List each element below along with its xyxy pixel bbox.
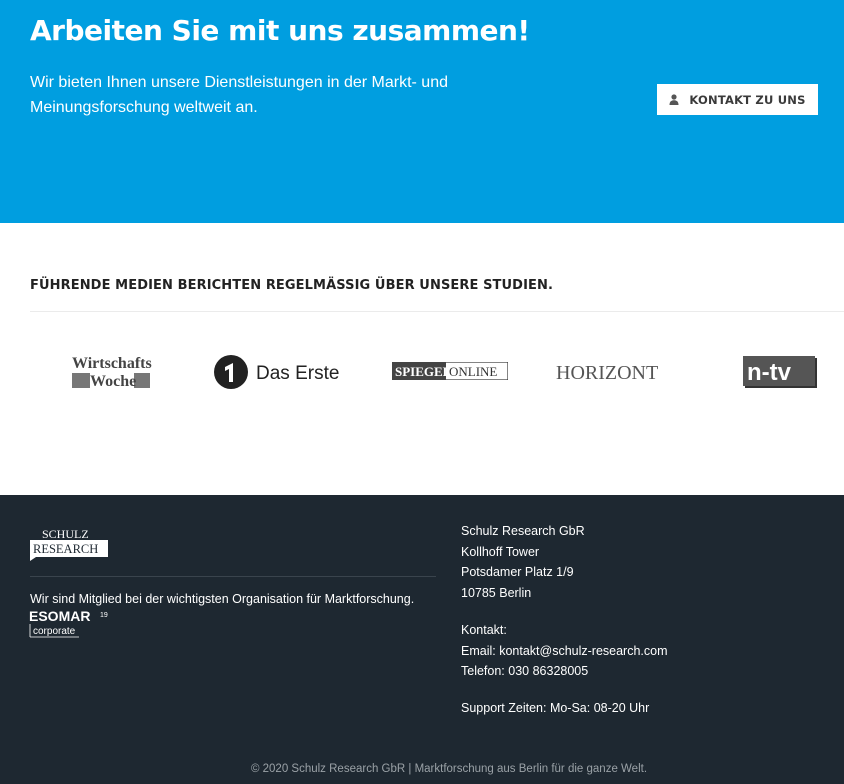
schulz-logo-line1: SCHULZ bbox=[42, 527, 89, 541]
horizont-logo: HORIZONT bbox=[556, 360, 676, 384]
hero-text: Wir bieten Ihnen unsere Dienstleistungen… bbox=[30, 74, 448, 116]
footer: SCHULZ RESEARCH Wir sind Mitglied bei de… bbox=[0, 495, 844, 784]
membership-text: Wir sind Mitglied bei der wichtigsten Or… bbox=[30, 592, 415, 606]
contact-label: Kontakt: bbox=[461, 622, 507, 637]
spiegel-text: SPIEGEL bbox=[395, 364, 452, 379]
das-erste-text: Das Erste bbox=[256, 363, 339, 384]
contact-phone[interactable]: Telefon: 030 86328005 bbox=[461, 661, 668, 682]
spiegel-online-logo: SPIEGEL ONLINE bbox=[391, 361, 509, 381]
esomar-logo[interactable]: ESOMAR 19 corporate bbox=[29, 608, 119, 640]
online-text: ONLINE bbox=[449, 364, 497, 379]
contact-email[interactable]: Email: kontakt@schulz-research.com bbox=[461, 641, 668, 662]
esomar-corporate: corporate bbox=[33, 626, 76, 637]
company-city: 10785 Berlin bbox=[461, 586, 532, 601]
ntv-logo: n-tv bbox=[743, 352, 819, 390]
esomar-sup: 19 bbox=[100, 612, 108, 619]
schulz-logo-line2: RESEARCH bbox=[33, 542, 98, 556]
schulz-research-logo[interactable]: SCHULZ RESEARCH bbox=[30, 525, 110, 561]
wiwo-line2: Woche bbox=[90, 373, 136, 390]
media-heading: FÜHRENDE MEDIEN BERICHTEN REGELMÄSSIG ÜB… bbox=[30, 278, 554, 293]
company-street: Potsdamer Platz 1/9 bbox=[461, 565, 574, 580]
company-name: Schulz Research GbR bbox=[461, 524, 585, 538]
esomar-text: ESOMAR bbox=[29, 608, 90, 624]
wiwo-line1: Wirtschafts bbox=[72, 355, 152, 372]
media-divider bbox=[30, 311, 844, 312]
user-icon bbox=[669, 94, 679, 105]
horizont-text: HORIZONT bbox=[556, 362, 658, 384]
contact-button[interactable]: KONTAKT ZU UNS bbox=[657, 84, 818, 115]
copyright: © 2020 Schulz Research GbR | Marktforsch… bbox=[250, 763, 648, 775]
cta-hero-section: Arbeiten Sie mit uns zusammen! Wir biete… bbox=[0, 0, 844, 223]
wirtschaftswoche-logo: Wirtschafts Woche bbox=[72, 354, 152, 390]
company-building: Kollhoff Tower bbox=[461, 544, 540, 559]
support-hours: Support Zeiten: Mo-Sa: 08-20 Uhr bbox=[461, 700, 650, 715]
hero-title: Arbeiten Sie mit uns zusammen! bbox=[30, 14, 530, 47]
footer-divider bbox=[30, 576, 436, 577]
company-address: Schulz Research GbR Kollhoff Tower Potsd… bbox=[461, 521, 668, 719]
das-erste-logo: Das Erste bbox=[213, 354, 343, 390]
contact-button-label: KONTAKT ZU UNS bbox=[689, 92, 806, 107]
ntv-text: n-tv bbox=[747, 359, 792, 386]
